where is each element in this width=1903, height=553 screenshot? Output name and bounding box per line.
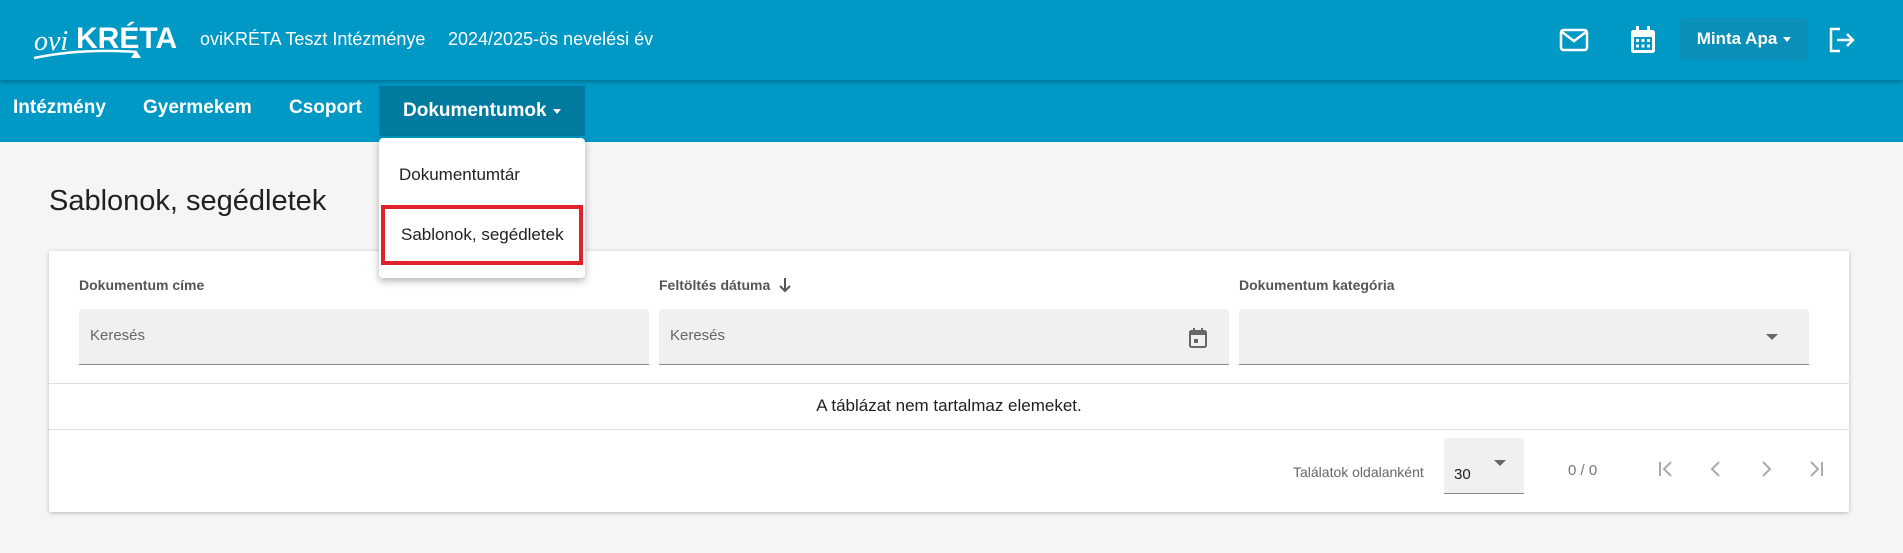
dokumentumok-dropdown: Dokumentumtár Sablonok, segédletek [379, 138, 585, 278]
date-search-field[interactable] [659, 309, 1229, 365]
nav-item-csoport[interactable]: Csoport [289, 80, 362, 136]
title-search-input[interactable] [90, 327, 490, 344]
nav-item-label: Gyermekem [143, 97, 252, 118]
nav-item-dokumentumok[interactable]: Dokumentumok [379, 86, 585, 136]
chevron-down-icon [1766, 334, 1778, 340]
column-header-category[interactable]: Dokumentum kategória [1239, 277, 1395, 293]
pagination-range: 0 / 0 [1568, 462, 1598, 479]
dropdown-item-sablonok[interactable]: Sablonok, segédletek [381, 205, 583, 265]
last-page-button[interactable] [1796, 449, 1836, 489]
dropdown-item-label: Sablonok, segédletek [401, 225, 564, 244]
divider [49, 383, 1849, 384]
nav-item-label: Intézmény [13, 97, 106, 118]
user-name: Minta Apa [1696, 29, 1778, 48]
institution-name: oviKRÉTA Teszt Intézménye [200, 29, 426, 49]
mail-icon[interactable] [1556, 22, 1592, 58]
calendar-icon[interactable] [1189, 328, 1207, 348]
chevron-down-icon [552, 108, 561, 114]
dropdown-item-dokumentumtar[interactable]: Dokumentumtár [379, 145, 585, 205]
column-header-label: Feltöltés dátuma [659, 277, 771, 293]
title-search-field[interactable] [79, 309, 649, 365]
documents-table-card: Dokumentum címe Feltöltés dátuma Dokumen… [49, 251, 1849, 512]
main-nav: Intézmény Gyermekem Csoport Dokumentumok [0, 80, 1903, 142]
nav-item-label: Dokumentumok [403, 100, 547, 121]
per-page-select[interactable]: 30 [1444, 438, 1524, 494]
last-page-icon [1810, 461, 1823, 477]
column-header-label: Dokumentum kategória [1239, 277, 1395, 293]
top-bar: ovi KRÉTA oviKRÉTA Teszt Intézménye 2024… [0, 0, 1903, 80]
empty-table-message: A táblázat nem tartalmaz elemeket. [816, 396, 1082, 415]
calendar-icon[interactable] [1625, 22, 1661, 58]
chevron-right-icon [1762, 461, 1772, 477]
divider [49, 429, 1849, 430]
column-header-upload-date[interactable]: Feltöltés dátuma [659, 277, 792, 293]
next-page-button[interactable] [1746, 449, 1786, 489]
arrow-down-icon [779, 278, 791, 293]
page-title: Sablonok, segédletek [49, 185, 327, 217]
chevron-down-icon [1494, 460, 1506, 466]
column-header-title[interactable]: Dokumentum címe [79, 277, 204, 293]
logout-icon[interactable] [1824, 22, 1860, 58]
user-menu-button[interactable]: Minta Apa [1680, 18, 1808, 60]
column-header-label: Dokumentum címe [79, 277, 205, 293]
dropdown-item-label: Dokumentumtár [399, 165, 520, 184]
first-page-button[interactable] [1646, 449, 1686, 489]
per-page-value: 30 [1454, 466, 1471, 483]
nav-item-label: Csoport [289, 97, 362, 118]
per-page-label: Találatok oldalanként [1293, 464, 1424, 480]
date-search-input[interactable] [670, 327, 1070, 344]
chevron-down-icon [1783, 36, 1792, 42]
nav-item-gyermekem[interactable]: Gyermekem [143, 80, 252, 136]
first-page-icon [1659, 461, 1672, 477]
school-year: 2024/2025-ös nevelési év [448, 29, 654, 49]
nav-item-intezmeny[interactable]: Intézmény [13, 80, 106, 136]
category-select[interactable] [1239, 309, 1809, 365]
chevron-left-icon [1710, 461, 1720, 477]
previous-page-button[interactable] [1696, 449, 1736, 489]
ovikreta-logo[interactable]: ovi KRÉTA [32, 10, 182, 66]
